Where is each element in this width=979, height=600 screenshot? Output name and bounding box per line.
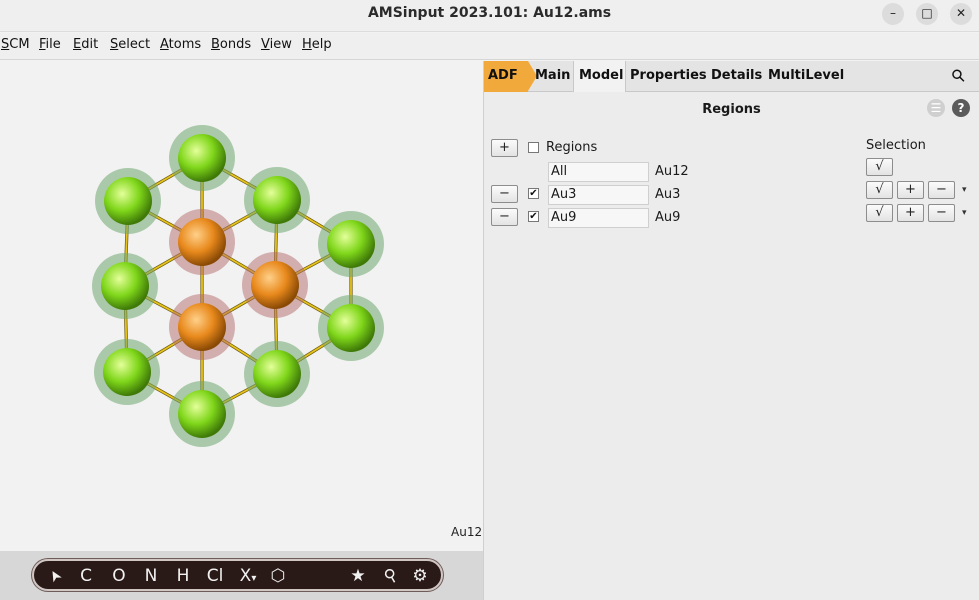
gold-atom-au9[interactable] — [103, 348, 151, 396]
magic-wand-icon[interactable]: ⚲ — [375, 560, 408, 593]
region-au9-dropdown-icon[interactable]: ▾ — [962, 208, 967, 218]
gold-atom-au3[interactable] — [178, 218, 226, 266]
gold-atom-au9[interactable] — [253, 350, 301, 398]
menu-bonds[interactable]: Bonds — [211, 37, 251, 52]
region-au9-checkbox[interactable]: ✔ — [528, 211, 539, 222]
gold-atom-au3[interactable] — [251, 261, 299, 309]
window-title: AMSinput 2023.101: Au12.ams — [367, 5, 612, 21]
region-atoms-au3: Au3 — [655, 187, 681, 202]
remove-region-au9-button[interactable]: − — [491, 208, 518, 226]
menu-scm[interactable]: SCM — [1, 37, 30, 52]
molecule-label: Au12 — [451, 525, 483, 539]
gold-atom-au9[interactable] — [253, 176, 301, 224]
menu-file[interactable]: File — [39, 37, 61, 52]
regions-header: Regions — [546, 140, 598, 155]
tab-adf[interactable]: ADF — [484, 61, 537, 92]
region-atoms-all: Au12 — [655, 164, 689, 179]
gold-atom-au9[interactable] — [327, 220, 375, 268]
molecule-canvas[interactable] — [0, 61, 483, 551]
gold-atom-au9[interactable] — [104, 177, 152, 225]
molecule-viewer[interactable]: Au12 — [0, 61, 483, 551]
tool-strip: ➤ C O N H Cl X▾ ⬡ ★ ⚲ ⚙ — [0, 551, 483, 600]
list-icon[interactable]: ☰ — [927, 99, 945, 117]
add-region-button[interactable]: + — [491, 139, 518, 157]
gold-atom-au9[interactable] — [327, 304, 375, 352]
nitrogen-tool[interactable]: N — [140, 564, 162, 588]
add-to-region-au9-button[interactable]: + — [897, 204, 924, 222]
select-region-au9-button[interactable]: √ — [866, 204, 893, 222]
panel-title: Regions — [702, 102, 761, 117]
close-button[interactable]: ✕ — [950, 3, 972, 25]
minimize-button[interactable]: – — [882, 3, 904, 25]
tab-multilevel[interactable]: MultiLevel — [768, 61, 844, 92]
remove-from-region-au9-button[interactable]: − — [928, 204, 955, 222]
menu-help[interactable]: Help — [302, 37, 332, 52]
gold-atom-au9[interactable] — [178, 134, 226, 182]
carbon-tool[interactable]: C — [76, 564, 96, 588]
tab-model[interactable]: Model — [573, 61, 626, 92]
gold-atom-au9[interactable] — [178, 390, 226, 438]
maximize-button[interactable]: □ — [916, 3, 938, 25]
tab-main[interactable]: Main — [535, 61, 570, 92]
remove-from-region-au3-button[interactable]: − — [928, 181, 955, 199]
title-bar: AMSinput 2023.101: Au12.ams – □ ✕ — [0, 0, 979, 32]
tab-properties[interactable]: Properties — [630, 61, 707, 92]
drawing-toolbar: ➤ C O N H Cl X▾ ⬡ ★ ⚲ ⚙ — [32, 559, 443, 591]
menu-edit[interactable]: Edit — [73, 37, 98, 52]
pointer-tool-icon[interactable]: ➤ — [39, 560, 71, 591]
gold-atom-au9[interactable] — [101, 262, 149, 310]
region-au3-dropdown-icon[interactable]: ▾ — [962, 185, 967, 195]
region-name-field-au9[interactable]: Au9 — [548, 208, 649, 228]
select-region-au3-button[interactable]: √ — [866, 181, 893, 199]
search-icon[interactable]: ⚲ — [944, 61, 975, 92]
settings-panel: ADF Main Model Properties Details MultiL… — [483, 61, 979, 600]
region-atoms-au9: Au9 — [655, 210, 681, 225]
other-element-label: X — [239, 566, 252, 586]
other-element-dropdown-icon: ▾ — [251, 573, 257, 584]
add-to-region-au3-button[interactable]: + — [897, 181, 924, 199]
favorites-star-icon[interactable]: ★ — [346, 564, 370, 588]
hydrogen-tool[interactable]: H — [172, 564, 194, 588]
menu-select[interactable]: Select — [110, 37, 150, 52]
menu-atoms[interactable]: Atoms — [160, 37, 201, 52]
tab-adf-label: ADF — [488, 68, 518, 83]
ring-tool-icon[interactable]: ⬡ — [266, 564, 290, 588]
regions-select-all-checkbox[interactable] — [528, 142, 539, 153]
gear-icon[interactable]: ⚙ — [408, 564, 432, 588]
menu-bar: SCM File Edit Select Atoms Bonds View He… — [0, 33, 979, 60]
other-element-tool[interactable]: X▾ — [234, 564, 262, 588]
region-au3-checkbox[interactable]: ✔ — [528, 188, 539, 199]
region-name-field-all[interactable]: All — [548, 162, 649, 182]
tab-bar: ADF Main Model Properties Details MultiL… — [484, 61, 979, 92]
region-name-field-au3[interactable]: Au3 — [548, 185, 649, 205]
gold-atom-au3[interactable] — [178, 303, 226, 351]
select-all-atoms-button[interactable]: √ — [866, 158, 893, 176]
selection-header: Selection — [866, 138, 926, 153]
remove-region-au3-button[interactable]: − — [491, 185, 518, 203]
oxygen-tool[interactable]: O — [108, 564, 130, 588]
tab-details[interactable]: Details — [711, 61, 762, 92]
help-icon[interactable]: ? — [952, 99, 970, 117]
menu-view[interactable]: View — [261, 37, 292, 52]
chlorine-tool[interactable]: Cl — [202, 564, 228, 588]
